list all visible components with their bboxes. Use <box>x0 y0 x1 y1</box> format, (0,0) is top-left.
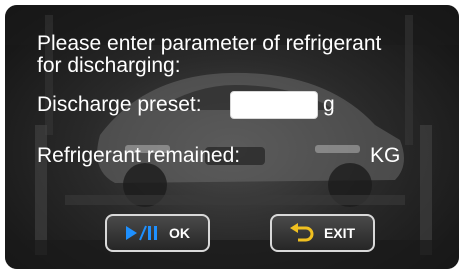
discharge-screen: Please enter parameter of refrigerant fo… <box>5 5 459 269</box>
play-pause-icon <box>125 225 159 241</box>
ok-button-label: OK <box>169 225 190 241</box>
exit-button[interactable]: EXIT <box>270 214 375 252</box>
refrigerant-remained-unit: KG <box>370 144 401 167</box>
discharge-preset-label: Discharge preset: <box>37 93 202 116</box>
discharge-preset-unit: g <box>323 93 335 116</box>
prompt-line-2: for discharging: <box>37 54 181 77</box>
prompt-line-1: Please enter parameter of refrigerant <box>37 32 382 55</box>
ok-button[interactable]: OK <box>105 214 210 252</box>
return-arrow-icon <box>289 223 314 243</box>
exit-button-label: EXIT <box>323 225 356 241</box>
refrigerant-remained-label: Refrigerant remained: <box>37 144 241 167</box>
discharge-preset-input[interactable] <box>230 91 318 119</box>
